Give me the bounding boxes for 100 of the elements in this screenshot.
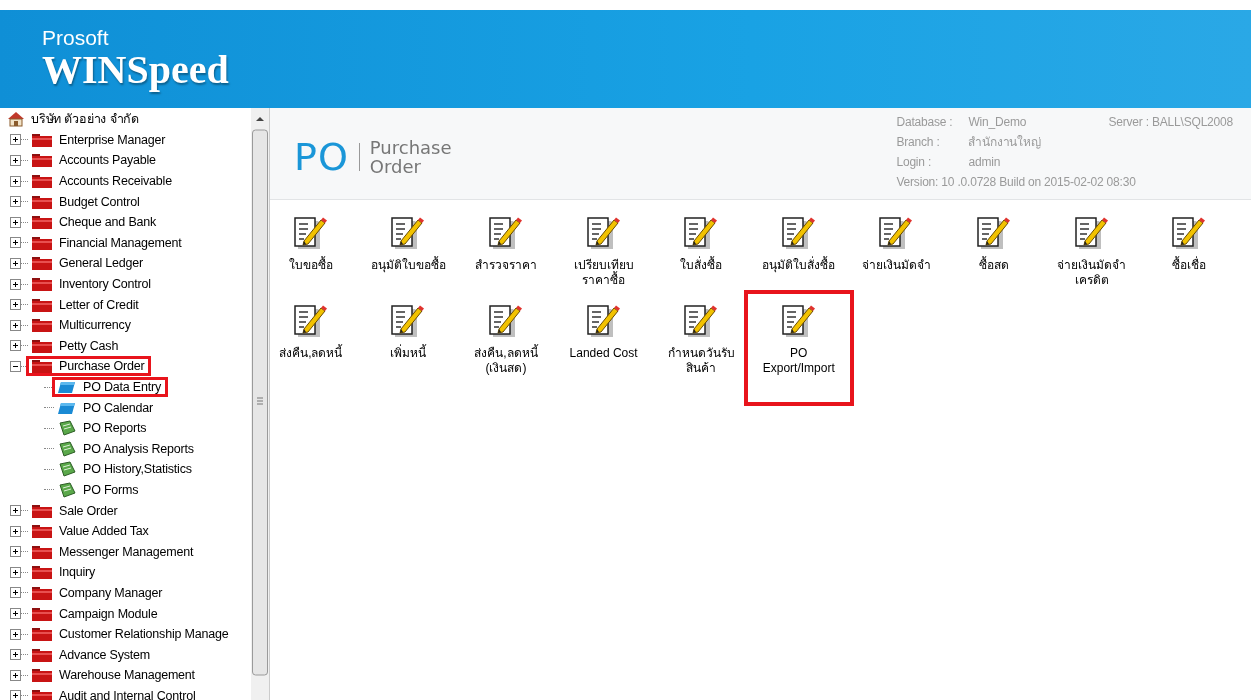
report-icon [57,482,77,498]
tree-item[interactable]: General Ledger [26,253,151,274]
info-value: สำนักงานใหญ่ [968,134,1042,151]
report-icon [57,420,77,437]
expand-icon[interactable] [10,237,21,249]
info-label: Branch : [896,134,941,151]
tree-item[interactable]: Accounts Receivable [26,171,179,192]
info-value: Win_Demo [968,114,1028,131]
tree-item[interactable]: Enterprise Manager [26,129,173,150]
folder-icon [31,194,53,209]
note-pencil-icon [584,214,623,250]
folder-icon [31,153,53,168]
module-name: Purchase [369,137,452,157]
info-label: Database : [896,114,954,131]
program-shortcut[interactable]: เปรียบเทียบ ราคาซื้อ [554,210,653,298]
tree-item[interactable]: Sale Order [26,500,125,521]
tree-item[interactable]: Company Manager [26,582,170,603]
scrollbar[interactable] [251,108,269,700]
expand-icon[interactable] [10,690,21,700]
server-info: Server : BALL\SQL2008 [1108,114,1233,131]
note-pencil-icon [487,214,525,250]
folder-icon [31,585,53,600]
tree-item[interactable]: Campaign Module [26,603,165,624]
tree-item[interactable]: PO Reports [52,418,154,439]
expand-icon[interactable] [10,525,21,537]
tree-item[interactable]: Inventory Control [26,274,158,295]
program-shortcut[interactable]: Landed Cost [554,298,653,386]
tree-item[interactable]: Letter of Credit [26,294,146,315]
expand-icon[interactable] [10,649,21,661]
tree-item[interactable]: Warehouse Management [26,665,202,686]
expand-icon[interactable] [10,216,21,228]
expand-icon[interactable] [10,257,21,269]
tree-item[interactable]: Purchase Order [26,356,152,377]
expand-icon[interactable] [10,587,21,599]
program-shortcut[interactable]: อนุมัติใบขอซื้อ [359,210,458,298]
program-shortcut[interactable]: PO Export/Import [743,290,854,406]
info-label: Login : [896,154,933,171]
expand-icon[interactable] [10,546,21,558]
folder-icon [31,668,53,683]
tree-item[interactable]: Petty Cash [26,335,126,356]
program-shortcut[interactable]: ส่งคืน,ลดหนี้ (เงินสด) [457,298,555,386]
folder-icon [31,565,53,580]
tree-item[interactable]: Financial Management [26,232,189,253]
expand-icon[interactable] [10,669,21,681]
tree-item[interactable]: Audit and Internal Control [26,685,203,700]
tree-item[interactable]: PO Forms [52,480,146,500]
tree-item[interactable]: Cheque and Bank [26,212,164,233]
folder-icon [31,627,53,642]
tree-item[interactable]: Advance System [26,644,157,665]
note-pencil-icon [779,302,818,338]
tree-item[interactable]: PO Analysis Reports [52,438,201,459]
folder-icon [31,338,53,353]
tree-item[interactable]: Budget Control [26,191,147,212]
note-pencil-icon [1072,214,1111,250]
tree-item[interactable]: Inquiry [26,562,103,583]
version-info: Version: 10 .0.0728 Build on 2015-02-02 08:30 [896,174,1137,191]
tree-item[interactable]: Value Added Tax [26,521,156,542]
module-code: PO [294,134,349,179]
tree-item[interactable]: PO Calendar [52,397,161,418]
folder-icon [31,297,53,312]
tree-item[interactable]: Customer Relationship Manage [26,624,236,645]
expand-icon[interactable] [10,299,21,311]
program-shortcut[interactable]: ซื้อสด [945,210,1043,298]
program-shortcut[interactable]: ใบขอซื้อ [262,210,360,298]
collapse-icon[interactable] [10,360,21,372]
expand-icon[interactable] [10,175,21,187]
folder-icon [31,524,53,539]
program-shortcut[interactable]: ส่งคืน,ลดหนี้ [262,298,360,386]
note-pencil-icon [584,302,623,338]
expand-icon[interactable] [10,628,21,640]
tree-item[interactable]: Messenger Management [26,541,201,562]
tree-item[interactable]: Multicurrency [26,315,138,336]
folder-icon [31,256,53,271]
expand-icon[interactable] [10,155,21,166]
report-icon [57,440,77,457]
program-shortcut[interactable]: สำรวจราคา [457,210,555,298]
expand-icon[interactable] [10,196,21,208]
expand-icon[interactable] [10,319,21,331]
folder-icon [57,380,77,394]
folder-icon [31,503,53,518]
expand-icon[interactable] [10,566,21,578]
house-icon [7,111,25,128]
tree-item[interactable]: Accounts Payable [26,150,163,171]
expand-icon[interactable] [10,134,21,146]
expand-icon[interactable] [10,340,21,352]
tree-item[interactable]: PO History,Statistics [52,459,199,480]
note-pencil-icon [291,214,330,250]
program-shortcut[interactable]: จ่ายเงินมัดจำ เครดิต [1042,210,1141,298]
tree-item[interactable]: บริษัท ตัวอย่าง จำกัด [2,109,146,130]
folder-icon [31,606,53,621]
expand-icon[interactable] [10,278,21,290]
brand-title: WINSpeed [42,48,230,92]
expand-icon[interactable] [10,505,21,517]
folder-icon [31,359,53,374]
info-value: admin [968,154,1002,171]
expand-icon[interactable] [10,608,21,620]
program-shortcut[interactable]: ซื้อเชื่อ [1140,210,1238,298]
program-shortcut[interactable]: เพิ่มหนี้ [359,298,458,386]
tree-item[interactable]: PO Data Entry [52,377,168,397]
folder-icon [31,235,53,250]
